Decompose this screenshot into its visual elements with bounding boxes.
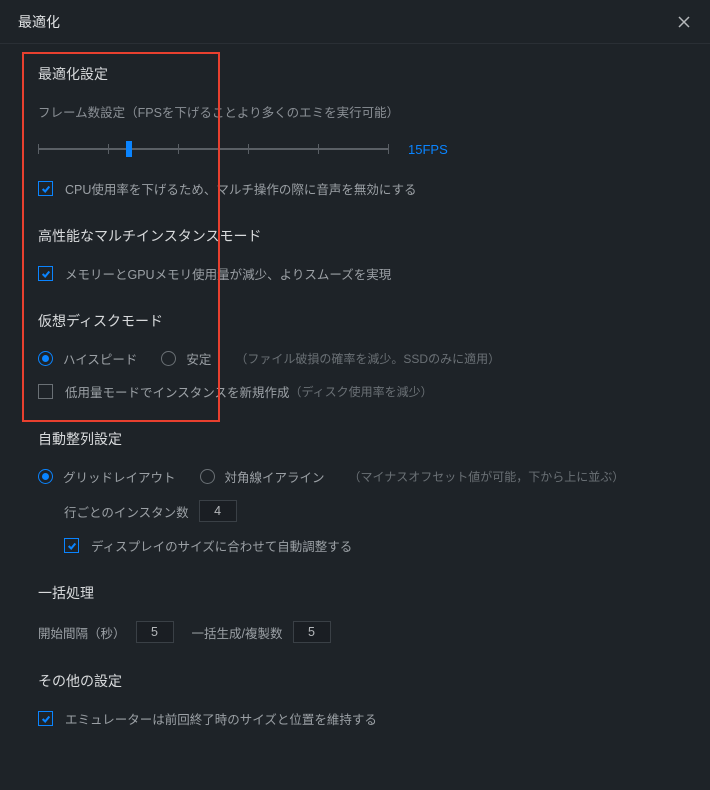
stable-hint: （ファイル破損の確率を減少。SSDのみに適用） — [235, 350, 500, 367]
batch-row: 開始間隔（秒） 5 一括生成/複製数 5 — [38, 621, 672, 643]
section-title-other: その他の設定 — [38, 671, 672, 691]
radio-stable-label: 安定 — [186, 349, 211, 368]
low-usage-row: 低用量モードでインスタンスを新規作成 （ディスク使用率を減少） — [38, 382, 672, 401]
memory-row: メモリーとGPUメモリ使用量が減少、よりスムーズを実現 — [38, 264, 672, 283]
auto-adjust-checkbox[interactable] — [64, 538, 79, 553]
fps-value: 15FPS — [408, 142, 448, 157]
remember-size-label: エミュレーターは前回終了時のサイズと位置を維持する — [65, 709, 377, 728]
remember-size-row: エミュレーターは前回終了時のサイズと位置を維持する — [38, 709, 672, 728]
section-batch: 一括処理 開始間隔（秒） 5 一括生成/複製数 5 — [38, 583, 672, 643]
header-title: 最適化 — [18, 12, 60, 32]
cpu-audio-row: CPU使用率を下げるため、マルチ操作の際に音声を無効にする — [38, 179, 672, 198]
fps-slider-wrap: 15FPS — [38, 137, 672, 161]
radio-grid[interactable] — [38, 469, 53, 484]
per-row-input[interactable]: 4 — [199, 500, 237, 522]
auto-adjust-label: ディスプレイのサイズに合わせて自動調整する — [91, 536, 352, 555]
radio-stable[interactable] — [161, 351, 176, 366]
section-optimization: 最適化設定 フレーム数設定（FPSを下げることより多くのエミを実行可能） 15F… — [38, 64, 672, 198]
fps-slider[interactable] — [38, 137, 388, 161]
section-title-optimization: 最適化設定 — [38, 64, 672, 84]
low-usage-checkbox[interactable] — [38, 384, 53, 399]
section-title-multi-instance: 高性能なマルチインスタンスモード — [38, 226, 672, 246]
low-usage-hint: （ディスク使用率を減少） — [290, 383, 433, 400]
per-row-row: 行ごとのインスタン数 4 — [38, 500, 672, 522]
radio-grid-label: グリッドレイアウト — [63, 467, 176, 486]
radio-high-speed-label: ハイスピード — [63, 349, 137, 368]
section-auto-arrange: 自動整列設定 グリッドレイアウト 対角線イアライン （マイナスオフセット値が可能… — [38, 429, 672, 555]
low-usage-label: 低用量モードでインスタンスを新規作成 — [65, 382, 290, 401]
section-title-auto-arrange: 自動整列設定 — [38, 429, 672, 449]
batch-count-label: 一括生成/複製数 — [192, 623, 283, 642]
content: 最適化設定 フレーム数設定（FPSを下げることより多くのエミを実行可能） 15F… — [0, 44, 710, 728]
cpu-audio-checkbox[interactable] — [38, 181, 53, 196]
close-icon[interactable] — [676, 14, 692, 30]
arrange-radio-row: グリッドレイアウト 対角線イアライン （マイナスオフセット値が可能，下から上に並… — [38, 467, 672, 486]
per-row-label: 行ごとのインスタン数 — [64, 502, 189, 521]
radio-high-speed[interactable] — [38, 351, 53, 366]
memory-checkbox[interactable] — [38, 266, 53, 281]
memory-label: メモリーとGPUメモリ使用量が減少、よりスムーズを実現 — [65, 264, 391, 283]
radio-diagonal[interactable] — [200, 469, 215, 484]
section-other: その他の設定 エミュレーターは前回終了時のサイズと位置を維持する — [38, 671, 672, 728]
radio-diagonal-label: 対角線イアライン — [225, 467, 325, 486]
disk-radio-row: ハイスピード 安定 （ファイル破損の確率を減少。SSDのみに適用） — [38, 349, 672, 368]
remember-size-checkbox[interactable] — [38, 711, 53, 726]
start-interval-input[interactable]: 5 — [136, 621, 174, 643]
section-virtual-disk: 仮想ディスクモード ハイスピード 安定 （ファイル破損の確率を減少。SSDのみに… — [38, 311, 672, 401]
auto-adjust-row: ディスプレイのサイズに合わせて自動調整する — [38, 536, 672, 555]
diagonal-hint: （マイナスオフセット値が可能，下から上に並ぶ） — [349, 468, 625, 485]
section-title-batch: 一括処理 — [38, 583, 672, 603]
fps-label: フレーム数設定（FPSを下げることより多くのエミを実行可能） — [38, 102, 672, 121]
start-interval-label: 開始間隔（秒） — [38, 623, 126, 642]
cpu-audio-label: CPU使用率を下げるため、マルチ操作の際に音声を無効にする — [65, 179, 417, 198]
batch-count-input[interactable]: 5 — [293, 621, 331, 643]
section-multi-instance: 高性能なマルチインスタンスモード メモリーとGPUメモリ使用量が減少、よりスムー… — [38, 226, 672, 283]
header: 最適化 — [0, 0, 710, 44]
section-title-virtual-disk: 仮想ディスクモード — [38, 311, 672, 331]
